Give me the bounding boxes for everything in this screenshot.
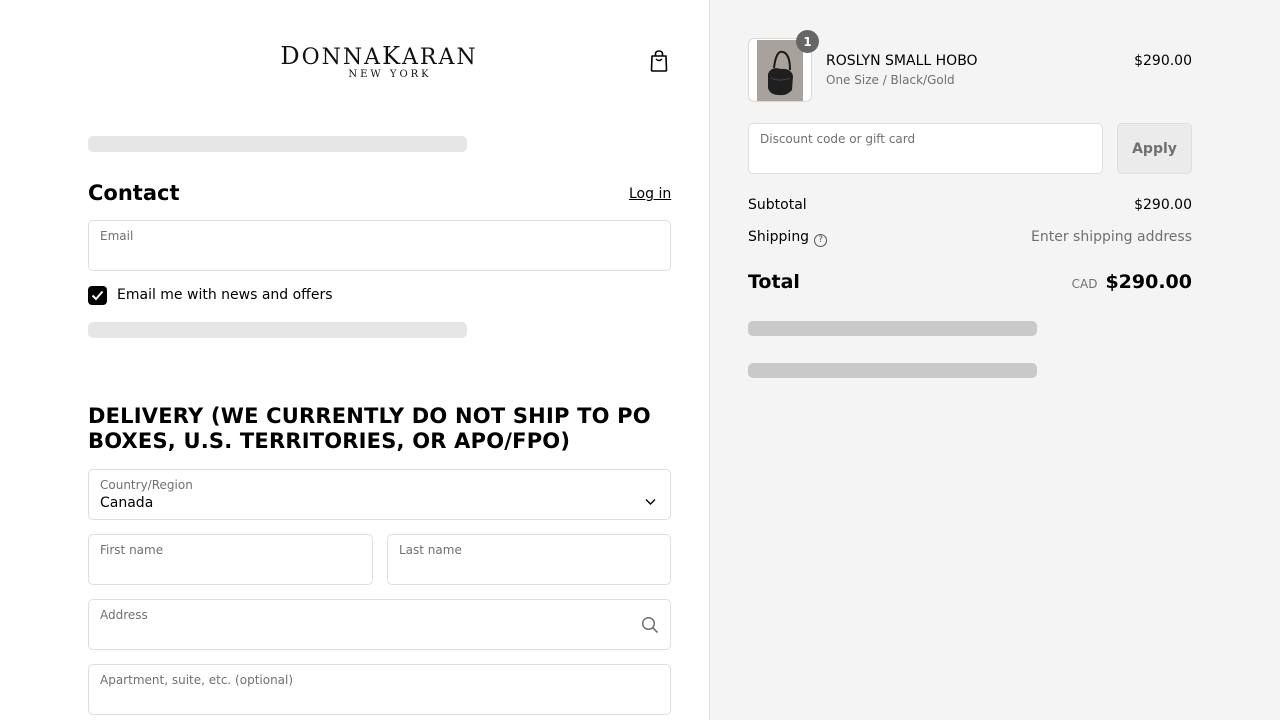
- loading-placeholder: [748, 321, 1037, 336]
- brand-logo[interactable]: DONNAKARAN NEW YORK: [262, 44, 496, 80]
- search-icon: [641, 616, 659, 638]
- first-name-field[interactable]: First name: [88, 534, 373, 585]
- logo-subtitle: NEW YORK: [348, 69, 432, 80]
- product-variant: One Size / Black/Gold: [826, 73, 955, 87]
- discount-code-field[interactable]: Discount code or gift card: [748, 123, 1103, 174]
- last-name-field[interactable]: Last name: [387, 534, 671, 585]
- shopping-bag-icon[interactable]: [648, 49, 670, 73]
- checkout-main: DONNAKARAN NEW YORK Contact Log in Email…: [0, 0, 709, 720]
- login-link[interactable]: Log in: [629, 186, 671, 202]
- total-amount: CAD $290.00: [1072, 271, 1192, 293]
- apartment-field[interactable]: Apartment, suite, etc. (optional): [88, 664, 671, 715]
- country-select[interactable]: Country/Region Canada: [88, 469, 671, 520]
- address-field[interactable]: Address: [88, 599, 671, 650]
- apply-button[interactable]: Apply: [1117, 123, 1192, 174]
- subtotal-value: $290.00: [1134, 197, 1192, 213]
- total-value: $290.00: [1105, 271, 1192, 293]
- order-summary: [709, 0, 1280, 720]
- product-image: [757, 40, 803, 101]
- quantity-badge: 1: [796, 30, 819, 53]
- contact-heading: Contact: [88, 181, 180, 205]
- shipping-row-label: Shipping?: [748, 229, 828, 247]
- email-label: Email: [100, 229, 134, 243]
- logo-wordmark: DONNAKARAN: [280, 42, 478, 70]
- total-label: Total: [748, 271, 800, 293]
- last-name-label: Last name: [399, 543, 462, 557]
- first-name-label: First name: [100, 543, 164, 557]
- apartment-label: Apartment, suite, etc. (optional): [100, 673, 294, 687]
- chevron-down-icon: [645, 491, 656, 510]
- loading-placeholder: [748, 363, 1037, 378]
- newsletter-label: Email me with news and offers: [117, 287, 333, 303]
- product-name: ROSLYN SMALL HOBO: [826, 53, 978, 69]
- loading-placeholder: [88, 322, 467, 338]
- discount-label: Discount code or gift card: [760, 132, 916, 146]
- email-field[interactable]: Email: [88, 220, 671, 271]
- help-circle-icon[interactable]: ?: [814, 234, 828, 247]
- shipping-label: Shipping: [748, 229, 810, 245]
- shipping-value: Enter shipping address: [1031, 229, 1192, 245]
- address-label: Address: [100, 608, 148, 622]
- newsletter-checkbox[interactable]: [88, 285, 107, 305]
- loading-placeholder: [88, 136, 467, 152]
- country-label: Country/Region: [100, 478, 193, 492]
- currency-code: CAD: [1071, 277, 1098, 291]
- newsletter-checkbox-row[interactable]: Email me with news and offers: [88, 285, 333, 305]
- subtotal-label: Subtotal: [748, 197, 807, 213]
- delivery-heading: DELIVERY (WE CURRENTLY DO NOT SHIP TO PO…: [88, 404, 651, 453]
- checkmark-icon: [91, 290, 104, 300]
- country-value: Canada: [100, 495, 154, 511]
- product-price: $290.00: [1134, 53, 1192, 69]
